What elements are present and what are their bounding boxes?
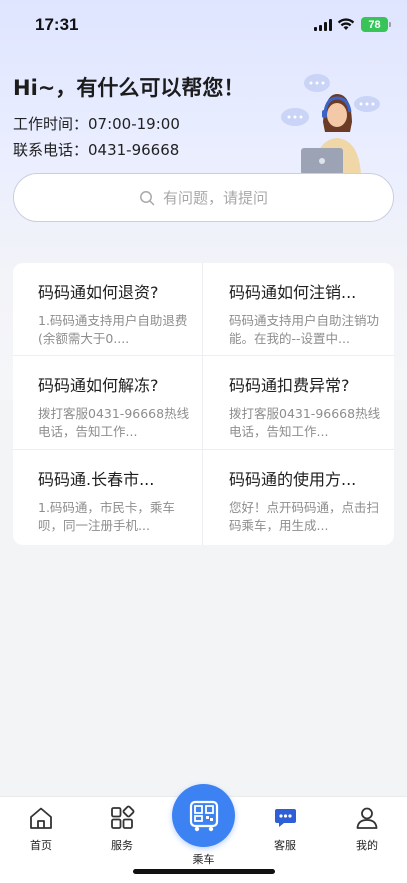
ride-button[interactable]: [172, 784, 235, 847]
faq-item[interactable]: 码码通如何注销... 码码通支持用户自助注销功能。在我的--设置中...: [203, 263, 394, 356]
faq-grid: 码码通如何退资? 1.码码通支持用户自助退费 (余额需大于0.... 码码通如何…: [13, 263, 394, 545]
battery-indicator: 78: [361, 17, 391, 32]
faq-description: 1.码码通支持用户自助退费 (余额需大于0....: [38, 313, 188, 346]
search-icon: [140, 190, 155, 205]
tab-ride-label: 乘车: [192, 853, 215, 866]
tab-home-label: 首页: [30, 839, 52, 852]
faq-title: 码码通如何解冻?: [38, 376, 159, 395]
tab-service-label: 服务: [111, 839, 133, 852]
signal-icon: [314, 19, 332, 31]
faq-item[interactable]: 码码通的使用方... 您好！点开码码通，点击扫码乘车，用生成...: [203, 450, 394, 545]
faq-description: 您好！点开码码通，点击扫码乘车，用生成...: [229, 500, 380, 533]
faq-title: 码码通的使用方...: [229, 470, 357, 489]
faq-item[interactable]: 码码通如何退资? 1.码码通支持用户自助退费 (余额需大于0....: [13, 263, 203, 356]
tab-customer-service[interactable]: 客服: [255, 805, 315, 853]
faq-description: 1.码码通，市民卡，乘车呗，同一注册手机...: [38, 500, 175, 533]
wifi-icon: [337, 18, 355, 30]
faq-item[interactable]: 码码通如何解冻? 拨打客服0431-96668热线电话，告知工作...: [13, 356, 203, 450]
support-agent-illustration: [281, 74, 380, 175]
faq-item[interactable]: 码码通扣费异常? 拨打客服0431-96668热线电话，告知工作...: [203, 356, 394, 450]
battery-level: 78: [368, 18, 381, 31]
grid-apps-icon: [111, 805, 135, 829]
status-time: 17:31: [35, 15, 79, 34]
tab-mine-label: 我的: [356, 839, 378, 852]
home-icon: [30, 807, 52, 829]
work-hours: 工作时间：07:00-19:00: [13, 115, 180, 133]
faq-title: 码码通.长春市...: [38, 470, 155, 489]
search-placeholder: 有问题，请提问: [162, 189, 268, 207]
home-indicator: [133, 869, 275, 874]
faq-title: 码码通如何注销...: [229, 283, 357, 302]
tab-service[interactable]: 服务: [92, 805, 152, 853]
faq-title: 码码通如何退资?: [38, 283, 159, 302]
user-icon: [356, 807, 378, 829]
tab-customer-service-label: 客服: [274, 839, 296, 852]
greeting-title: Hi~，有什么可以帮您！: [13, 76, 245, 100]
contact-phone[interactable]: 联系电话：0431-96668: [13, 139, 179, 160]
status-bar: 17:31 78: [0, 0, 407, 52]
bus-qr-icon: [189, 800, 218, 831]
tab-ride[interactable]: 乘车: [172, 784, 235, 867]
faq-description: 码码通支持用户自助注销功能。在我的--设置中...: [229, 313, 380, 346]
faq-description: 拨打客服0431-96668热线电话，告知工作...: [229, 406, 381, 439]
faq-item[interactable]: 码码通.长春市... 1.码码通，市民卡，乘车呗，同一注册手机...: [13, 450, 203, 545]
search-input[interactable]: 有问题，请提问: [13, 173, 394, 222]
tab-home[interactable]: 首页: [11, 805, 71, 853]
faq-title: 码码通扣费异常?: [229, 376, 350, 395]
chat-bubbles-icon: [275, 809, 296, 827]
faq-description: 拨打客服0431-96668热线电话，告知工作...: [38, 406, 190, 439]
tab-mine[interactable]: 我的: [337, 805, 397, 853]
